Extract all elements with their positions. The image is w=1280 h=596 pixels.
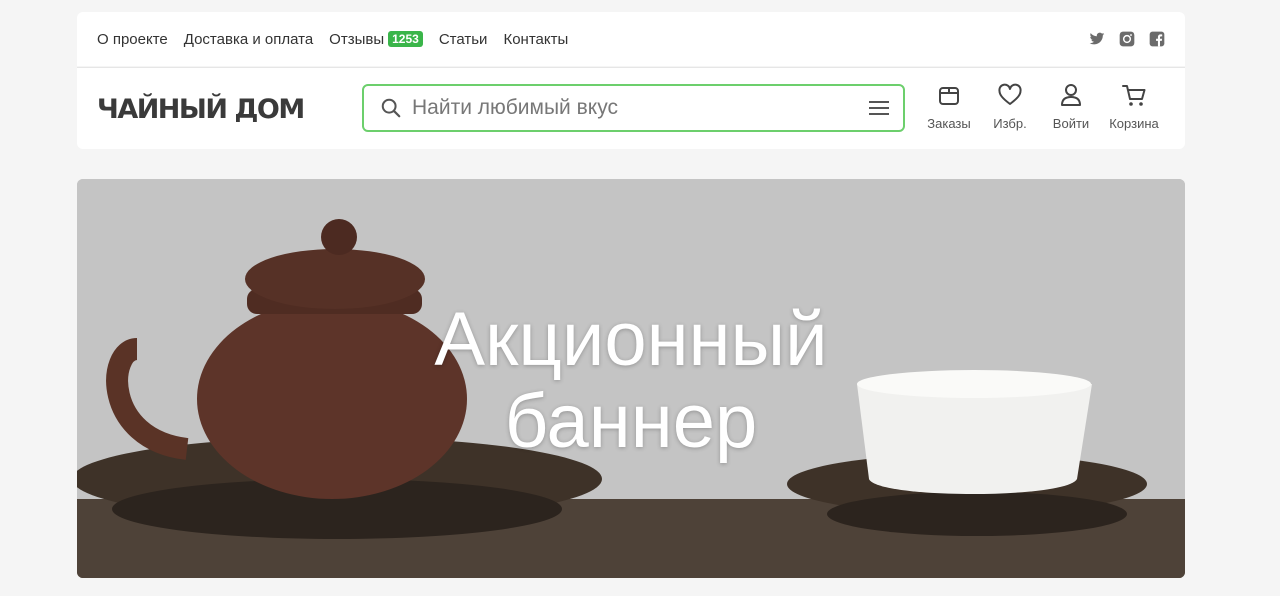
top-bar: О проекте Доставка и оплата Отзывы 1253 … <box>77 12 1185 66</box>
top-nav: О проекте Доставка и оплата Отзывы 1253 … <box>97 31 568 48</box>
reviews-count-badge: 1253 <box>388 31 423 47</box>
instagram-icon[interactable] <box>1119 31 1135 47</box>
login-label: Войти <box>1052 116 1090 131</box>
banner-title: Акционный баннер <box>77 299 1185 463</box>
nav-reviews[interactable]: Отзывы 1253 <box>329 31 423 48</box>
nav-about[interactable]: О проекте <box>97 31 168 48</box>
orders-label: Заказы <box>927 116 971 131</box>
user-icon <box>1061 84 1081 106</box>
promo-banner[interactable]: Акционный баннер <box>77 179 1185 578</box>
site-logo[interactable]: ЧАЙНЫЙ ДОМ <box>97 94 305 125</box>
orders-button[interactable]: Заказы <box>920 82 978 131</box>
search-input[interactable] <box>410 95 869 121</box>
main-header: ЧАЙНЫЙ ДОМ Заказы Избр. <box>77 67 1185 149</box>
banner-line-2: баннер <box>504 379 758 464</box>
twitter-icon[interactable] <box>1089 31 1105 47</box>
banner-line-1: Акционный <box>434 297 828 382</box>
cart-icon <box>1122 85 1146 106</box>
facebook-icon[interactable] <box>1149 31 1165 47</box>
cart-button[interactable]: Корзина <box>1103 82 1165 131</box>
nav-delivery[interactable]: Доставка и оплата <box>184 31 313 48</box>
nav-reviews-label: Отзывы <box>329 30 385 48</box>
orders-box-icon <box>939 87 959 105</box>
social-links <box>1089 31 1165 47</box>
cart-label: Корзина <box>1109 116 1159 131</box>
heart-icon <box>998 83 1022 105</box>
header-actions: Заказы Избр. Войти Корзина <box>920 82 1165 131</box>
search-box[interactable] <box>362 84 905 132</box>
favorites-label: Избр. <box>993 116 1027 131</box>
nav-articles[interactable]: Статьи <box>439 31 488 48</box>
filter-menu-icon[interactable] <box>869 100 889 116</box>
favorites-button[interactable]: Избр. <box>981 82 1039 131</box>
search-icon <box>381 98 401 118</box>
login-button[interactable]: Войти <box>1042 82 1100 131</box>
nav-contacts[interactable]: Контакты <box>503 31 568 48</box>
